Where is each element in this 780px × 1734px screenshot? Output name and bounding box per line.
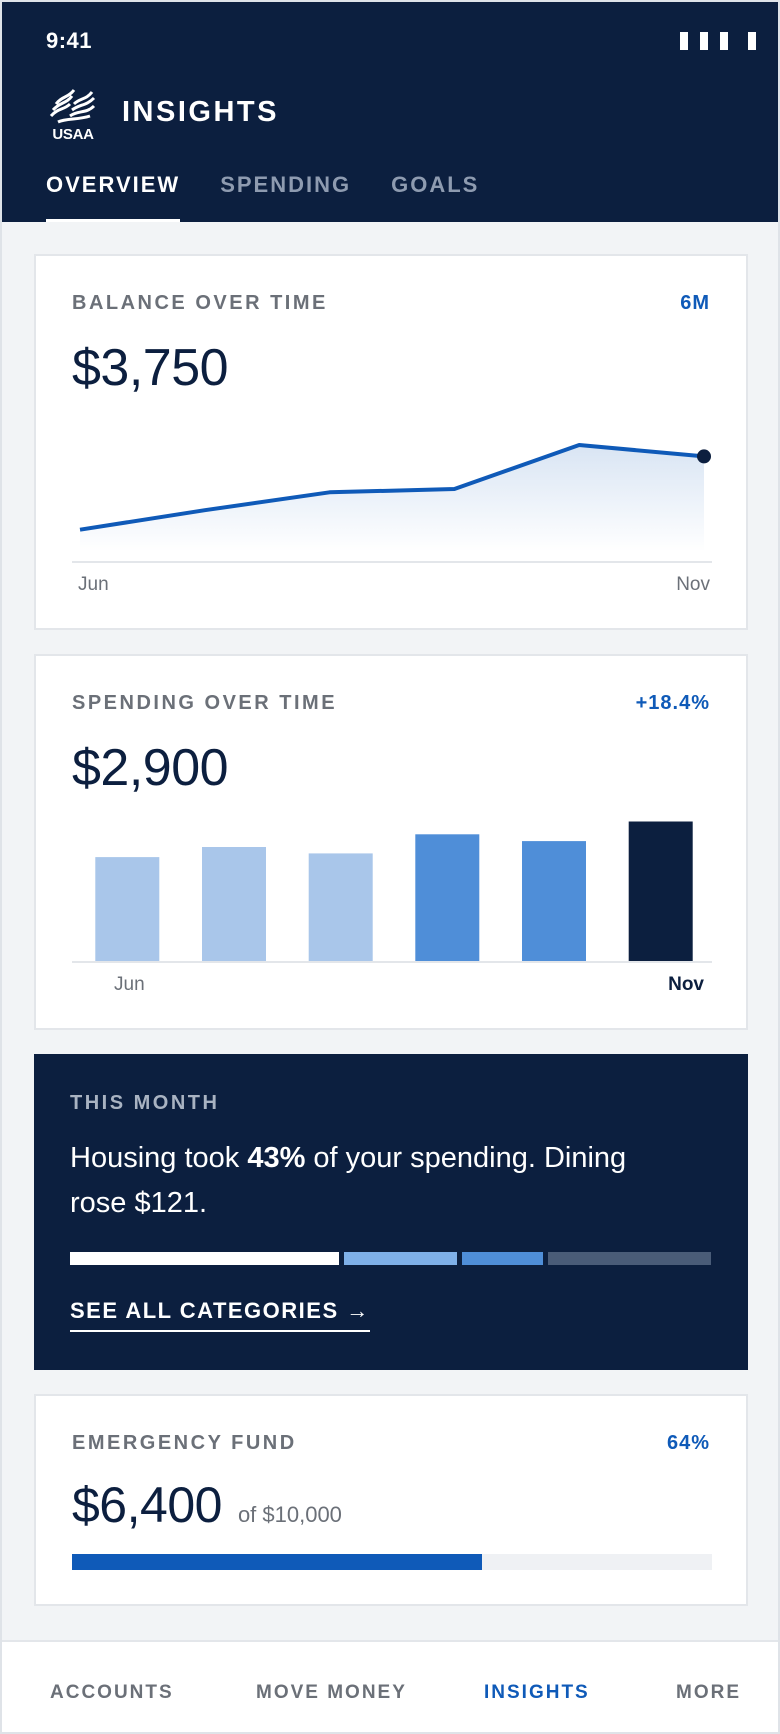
see-all-categories-link[interactable]: SEE ALL CATEGORIES → — [70, 1298, 370, 1332]
spending-bar-oct — [522, 841, 586, 962]
usaa-logo: USAA — [48, 86, 98, 143]
eagle-icon — [49, 89, 96, 124]
bottom-nav: ACCOUNTS MOVE MONEY INSIGHTS MORE — [2, 1640, 778, 1732]
nav-insights[interactable]: INSIGHTS — [484, 1682, 590, 1704]
spending-start-label: Jun — [114, 974, 145, 995]
spending-end-label: Nov — [668, 974, 704, 995]
page-title: INSIGHTS — [122, 96, 279, 128]
fund-label: EMERGENCY FUND — [72, 1432, 297, 1454]
fund-goal: of $10,000 — [237, 1502, 342, 1527]
spending-label: SPENDING OVER TIME — [72, 692, 338, 714]
logo-text: USAA — [52, 126, 94, 143]
nav-more[interactable]: MORE — [676, 1682, 741, 1704]
fund-percent-badge: 64% — [666, 1432, 710, 1454]
spending-bar-aug — [308, 853, 373, 962]
spending-bar-jun — [95, 857, 160, 962]
emergency-fund-card[interactable]: EMERGENCY FUND 64% $6,400 of $10,000 — [34, 1394, 748, 1606]
balance-line-chart — [79, 443, 711, 552]
balance-card[interactable]: BALANCE OVER TIME 6M $3,750 Jun Nov — [34, 254, 748, 630]
tab-overview[interactable]: OVERVIEW — [46, 172, 181, 222]
fund-amount-row: $6,400 of $10,000 — [72, 1476, 342, 1534]
range-selector[interactable]: 6M — [680, 292, 710, 315]
fund-amount: $6,400 — [72, 1477, 222, 1533]
fund-progress-track — [72, 1554, 712, 1570]
spending-change-badge: +18.4% — [635, 692, 710, 714]
balance-amount: $3,750 — [72, 339, 229, 397]
spending-bar-chart — [95, 821, 693, 962]
category-segment-1 — [70, 1252, 339, 1265]
balance-point-nov — [697, 449, 711, 464]
balance-axis — [72, 561, 712, 563]
spending-card[interactable]: SPENDING OVER TIME +18.4% $2,900 Jun Nov — [34, 654, 748, 1030]
insight-text: Housing took 43% of your spending. Dinin… — [70, 1136, 650, 1226]
balance-end-label: Nov — [676, 574, 710, 595]
tab-bar: OVERVIEW SPENDING GOALS — [46, 172, 519, 222]
balance-start-label: Jun — [78, 574, 109, 595]
nav-accounts[interactable]: ACCOUNTS — [50, 1682, 174, 1704]
tab-goals[interactable]: GOALS — [391, 172, 479, 222]
status-time: 9:41 — [46, 28, 93, 53]
spending-bar-jul — [202, 847, 266, 962]
balance-label: BALANCE OVER TIME — [72, 292, 328, 314]
balance-area — [80, 445, 704, 552]
app-header: 9:41 USAA INSIGHTS OVERVIEW SPENDING GOA… — [2, 2, 778, 222]
insight-highlight: 43% — [247, 1142, 306, 1174]
this-month-card: THIS MONTH Housing took 43% of your spen… — [34, 1054, 748, 1370]
insight-text-before: Housing took — [70, 1142, 248, 1174]
spending-axis — [72, 961, 712, 963]
category-segment-4 — [548, 1252, 711, 1265]
tab-spending[interactable]: SPENDING — [220, 172, 351, 222]
this-month-label: THIS MONTH — [70, 1092, 220, 1114]
spending-bar-sep — [415, 834, 480, 962]
nav-move-money[interactable]: MOVE MONEY — [256, 1682, 407, 1704]
category-segment-2 — [344, 1252, 457, 1265]
spending-amount: $2,900 — [72, 739, 229, 797]
fund-progress-fill — [72, 1554, 482, 1570]
category-segment-3 — [462, 1252, 543, 1265]
spending-bar-nov — [628, 821, 693, 962]
signal-icon — [680, 32, 756, 50]
category-breakdown-bar — [70, 1252, 711, 1265]
